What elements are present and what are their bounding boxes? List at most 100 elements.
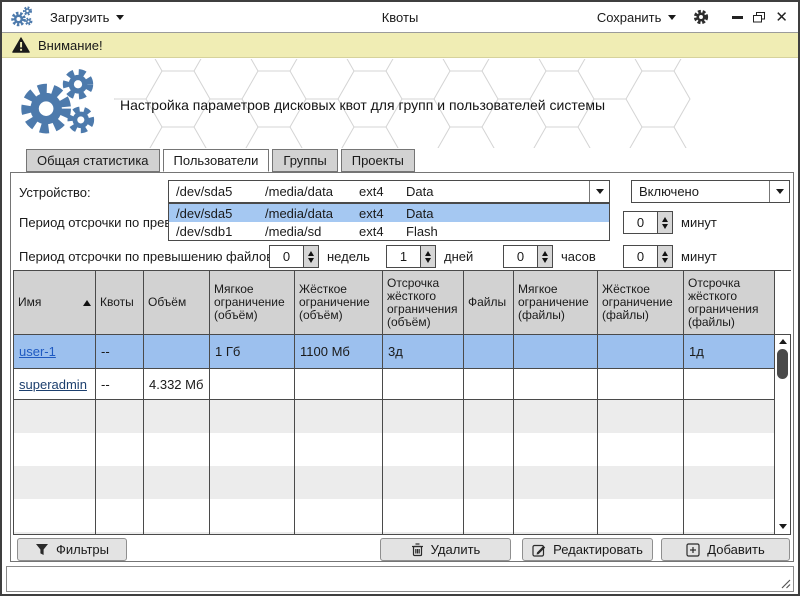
option-dev: /dev/sda5 (169, 206, 265, 221)
spinner-arrows[interactable] (657, 212, 672, 233)
col-header-hard-volume[interactable]: Жёсткое ограничение (объём) (295, 271, 383, 335)
col-header-soft-files[interactable]: Мягкое ограничение (файлы) (514, 271, 598, 335)
tab-users[interactable]: Пользователи (163, 149, 270, 172)
spinner-arrows[interactable] (303, 246, 318, 267)
trash-icon (411, 543, 424, 557)
files-days-spinner[interactable]: 1 (386, 245, 436, 268)
files-minutes-spinner[interactable]: 0 (623, 245, 673, 268)
combo-arrow-button[interactable] (769, 181, 789, 202)
page-header: Настройка параметров дисковых квот для г… (2, 59, 798, 148)
device-mount: /media/data (265, 184, 359, 199)
quota-table: Имя Квоты Объём Мягкое ограничение (объё… (13, 270, 791, 535)
add-label: Добавить (707, 542, 764, 557)
warning-triangle-icon (12, 37, 30, 53)
user-link[interactable]: user-1 (19, 344, 56, 359)
scrollbar-thumb[interactable] (777, 349, 788, 379)
volume-minutes-spinner[interactable]: 0 (623, 211, 673, 234)
cell-quotas: -- (96, 335, 144, 369)
add-button[interactable]: Добавить (661, 538, 790, 561)
tab-general-stats[interactable]: Общая статистика (26, 149, 160, 172)
cell-soft-volume (210, 369, 295, 400)
scroll-up-button[interactable] (775, 335, 790, 348)
tab-bar: Общая статистика Пользователи Группы Про… (26, 149, 418, 172)
save-menu-button[interactable]: Сохранить (597, 10, 677, 25)
tab-groups[interactable]: Группы (272, 149, 337, 172)
cell-grace-volume (383, 369, 464, 400)
tab-projects[interactable]: Проекты (341, 149, 415, 172)
device-label: Устройство: (19, 185, 91, 200)
close-button[interactable]: ✕ (775, 10, 788, 25)
delete-button[interactable]: Удалить (380, 538, 511, 561)
unit-days-label: дней (444, 249, 473, 264)
page-description: Настройка параметров дисковых квот для г… (120, 97, 605, 113)
files-weeks-spinner[interactable]: 0 (269, 245, 319, 268)
col-header-quotas[interactable]: Квоты (96, 271, 144, 335)
delete-label: Удалить (431, 542, 481, 557)
device-option-flash[interactable]: /dev/sdb1 /media/sd ext4 Flash (169, 222, 609, 240)
unit-minutes-label: минут (681, 215, 717, 230)
option-title: Flash (406, 224, 438, 239)
cell-grace-files: 1д (684, 335, 775, 369)
spinner-value: 0 (504, 246, 537, 267)
option-mount: /media/sd (265, 224, 359, 239)
save-menu-label: Сохранить (597, 10, 662, 25)
spinner-value: 0 (624, 246, 657, 267)
table-row-user-1[interactable]: user-1 -- 1 Гб 1100 Мб 3д 1д (14, 335, 775, 369)
col-header-grace-volume[interactable]: Отсрочка жёсткого ограничения (объём) (383, 271, 464, 335)
settings-gear-icon[interactable] (692, 8, 710, 26)
device-title: Data (406, 184, 433, 199)
load-menu-label: Загрузить (50, 10, 109, 25)
unit-minutes-label: минут (681, 249, 717, 264)
period-files-label: Период отсрочки по превышению файлов: (19, 249, 277, 264)
spinner-arrows[interactable] (657, 246, 672, 267)
spinner-arrows[interactable] (537, 246, 552, 267)
users-panel: Устройство: /dev/sda5 /media/data ext4 D… (10, 172, 794, 562)
cell-soft-volume: 1 Гб (210, 335, 295, 369)
cell-files (464, 335, 514, 369)
minimize-button[interactable] (732, 16, 743, 19)
chevron-down-icon (596, 189, 604, 194)
chevron-down-icon (668, 15, 676, 20)
status-bar (6, 566, 794, 592)
col-header-grace-files[interactable]: Отсрочка жёсткого ограничения (файлы) (684, 271, 775, 335)
col-header-hard-files[interactable]: Жёсткое ограничение (файлы) (598, 271, 684, 335)
chevron-down-icon (116, 15, 124, 20)
spinner-arrows[interactable] (420, 246, 435, 267)
device-dev: /dev/sda5 (169, 184, 265, 199)
plus-square-icon (686, 543, 700, 557)
maximize-button[interactable] (753, 12, 765, 23)
col-header-soft-volume[interactable]: Мягкое ограничение (объём) (210, 271, 295, 335)
spinner-value: 1 (387, 246, 420, 267)
edit-button[interactable]: Редактировать (522, 538, 653, 561)
device-dropdown-list: /dev/sda5 /media/data ext4 Data /dev/sdb… (168, 203, 610, 241)
files-hours-spinner[interactable]: 0 (503, 245, 553, 268)
device-option-data[interactable]: /dev/sda5 /media/data ext4 Data (169, 204, 609, 222)
quota-state-select[interactable]: Включено (631, 180, 790, 203)
unit-weeks-label: недель (327, 249, 370, 264)
scroll-down-button[interactable] (775, 520, 790, 533)
col-header-volume[interactable]: Объём (144, 271, 210, 335)
col-header-files[interactable]: Файлы (464, 271, 514, 335)
titlebar-right-group: Сохранить ✕ (597, 8, 798, 26)
cell-hard-files (598, 335, 684, 369)
combo-arrow-button[interactable] (589, 181, 609, 202)
cell-grace-volume: 3д (383, 335, 464, 369)
window-controls: ✕ (732, 10, 788, 25)
warning-text: Внимание! (38, 38, 103, 53)
resize-grip[interactable] (778, 576, 791, 589)
table-row-superadmin[interactable]: superadmin -- 4.332 Мб (14, 369, 775, 400)
title-bar: Загрузить Квоты Сохранить ✕ (2, 2, 798, 33)
option-dev: /dev/sdb1 (169, 224, 265, 239)
vertical-scrollbar[interactable] (774, 335, 790, 534)
col-header-name[interactable]: Имя (14, 271, 96, 335)
filters-button[interactable]: Фильтры (17, 538, 127, 561)
cell-volume (144, 335, 210, 369)
cell-hard-volume (295, 369, 383, 400)
app-window: Загрузить Квоты Сохранить ✕ (0, 0, 800, 596)
device-select[interactable]: /dev/sda5 /media/data ext4 Data (168, 180, 610, 203)
edit-pencil-icon (532, 543, 546, 557)
spinner-value: 0 (624, 212, 657, 233)
edit-label: Редактировать (553, 542, 643, 557)
load-menu-button[interactable]: Загрузить (50, 10, 124, 25)
user-link[interactable]: superadmin (19, 377, 87, 392)
